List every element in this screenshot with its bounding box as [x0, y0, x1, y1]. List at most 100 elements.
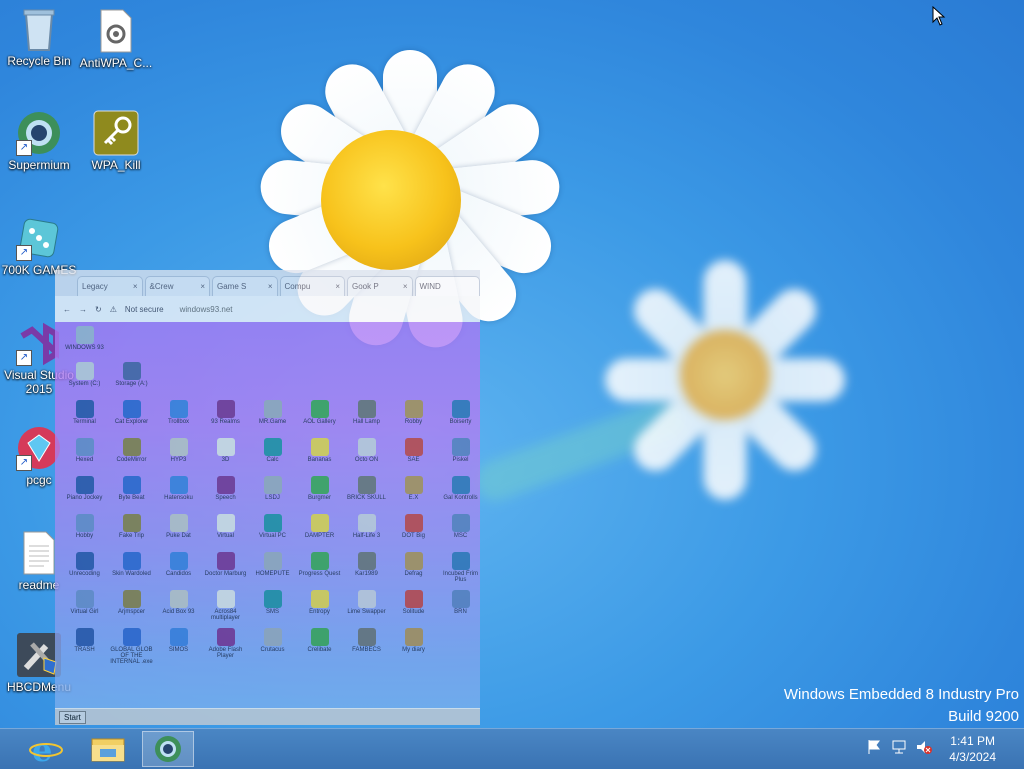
tab-crew[interactable]: &Crew × — [144, 276, 210, 296]
w93-app-icon[interactable]: HYP3 — [155, 438, 202, 475]
w93-app-icon[interactable]: Acros84 multiplayer — [202, 590, 249, 627]
recycle-bin-shortcut[interactable]: Recycle Bin — [1, 6, 77, 68]
w93-app-icon[interactable]: Burgmer — [296, 476, 343, 513]
w93-app-icon[interactable]: Incubed Frim Plus — [437, 552, 484, 589]
w93-app-icon[interactable]: Defrag — [390, 552, 437, 589]
w93-app-icon[interactable]: E.X — [390, 476, 437, 513]
w93-app-icon[interactable]: LSDJ — [249, 476, 296, 513]
clock[interactable]: 1:41 PM 4/3/2024 — [949, 733, 996, 765]
w93-app-icon[interactable]: 3D — [202, 438, 249, 475]
w93-app-icon[interactable]: Virtual PC — [249, 514, 296, 551]
w93-app-icon[interactable]: 93 Realms — [202, 400, 249, 437]
app-label: DAMPTER — [304, 533, 335, 539]
w93-app-icon[interactable]: BRICK SKULL — [343, 476, 390, 513]
browser-window[interactable]: Legacy × &Crew × Game S × Compu × Gook P × WI… — [55, 270, 480, 725]
w93-app-icon[interactable]: Puke Dat — [155, 514, 202, 551]
w93-app-icon[interactable]: Speech — [202, 476, 249, 513]
w93-app-icon[interactable]: CodeMirror — [108, 438, 155, 475]
w93-app-icon[interactable]: DAMPTER — [296, 514, 343, 551]
w93-app-icon[interactable]: Piskel — [437, 438, 484, 475]
w93-app-icon[interactable]: Doctor Marburg — [202, 552, 249, 589]
w93-app-icon[interactable]: Robby — [390, 400, 437, 437]
tab-game[interactable]: Game S × — [212, 276, 278, 296]
w93-app-icon[interactable]: GLOBAL GLOB OF THE INTERNAL .exe — [108, 628, 155, 665]
w93-app-icon[interactable]: Piano Jockey — [61, 476, 108, 513]
windows93-page[interactable]: WINDOWS 93 System (C:) Storage (A:) Term… — [55, 322, 480, 725]
w93-app-icon[interactable]: FAMBECS — [343, 628, 390, 665]
w93-app-icon[interactable]: Candidos — [155, 552, 202, 589]
w93-app-icon[interactable]: SAE — [390, 438, 437, 475]
close-tab-icon[interactable]: × — [200, 282, 205, 291]
w93-app-icon[interactable]: DOT Big — [390, 514, 437, 551]
w93-app-icon[interactable]: My diary — [390, 628, 437, 665]
back-icon[interactable]: ← — [63, 305, 71, 314]
w93-app-icon[interactable]: Fake Trip — [108, 514, 155, 551]
url-text[interactable]: windows93.net — [180, 305, 233, 314]
w93-icon-system[interactable]: System (C:) — [61, 362, 108, 399]
w93-app-icon[interactable]: Hatensoku — [155, 476, 202, 513]
close-tab-icon[interactable]: × — [133, 282, 138, 291]
w93-app-icon[interactable]: Crutacus — [249, 628, 296, 665]
w93-app-icon[interactable]: Bananas — [296, 438, 343, 475]
w93-app-icon[interactable]: Kar1989 — [343, 552, 390, 589]
w93-app-icon[interactable]: Lime Swapper — [343, 590, 390, 627]
network-icon[interactable] — [891, 739, 907, 755]
w93-app-icon[interactable]: Trollbox — [155, 400, 202, 437]
w93-icon-storage[interactable]: Storage (A:) — [108, 362, 155, 399]
w93-app-icon[interactable]: TRASH — [61, 628, 108, 665]
app-icon — [310, 514, 329, 532]
tab-compu[interactable]: Compu × — [279, 276, 345, 296]
close-tab-icon[interactable]: × — [268, 282, 273, 291]
w93-app-icon[interactable]: Cat Explorer — [108, 400, 155, 437]
w93-app-icon[interactable]: AOL Gallery — [296, 400, 343, 437]
w93-app-icon[interactable]: Adobe Flash Player — [202, 628, 249, 665]
tab-gook[interactable]: Gook P × — [347, 276, 413, 296]
supermium-shortcut[interactable]: ↗ Supermium — [1, 110, 77, 172]
supermium-taskbar-button[interactable] — [142, 731, 194, 767]
w93-app-icon[interactable]: Calc — [249, 438, 296, 475]
w93-app-icon[interactable]: Terminal — [61, 400, 108, 437]
shortcut-arrow-icon: ↗ — [16, 350, 32, 366]
internet-explorer-button[interactable]: e — [20, 731, 72, 769]
w93-app-icon[interactable]: Octo ON — [343, 438, 390, 475]
w93-app-icon[interactable]: SMS — [249, 590, 296, 627]
w93-app-icon[interactable]: Progress Quest — [296, 552, 343, 589]
w93-app-icon[interactable]: Byte Beat — [108, 476, 155, 513]
w93-app-icon[interactable]: MSC — [437, 514, 484, 551]
file-explorer-button[interactable] — [82, 731, 134, 767]
w93-app-icon[interactable]: Half-Life 3 — [343, 514, 390, 551]
reload-icon[interactable]: ↻ — [95, 305, 102, 314]
w93-app-icon[interactable]: Hobby — [61, 514, 108, 551]
flag-icon[interactable] — [866, 739, 882, 755]
w93-app-icon[interactable]: Skin Wardoled — [108, 552, 155, 589]
w93-app-icon[interactable]: Boiserty — [437, 400, 484, 437]
close-tab-icon[interactable]: × — [403, 282, 408, 291]
w93-app-icon[interactable]: HOMEPUTE — [249, 552, 296, 589]
w93-app-icon[interactable]: Acid Box 93 — [155, 590, 202, 627]
address-bar[interactable]: ← → ↻ ⚠ Not secure windows93.net — [55, 296, 480, 322]
w93-app-icon[interactable]: SIMOS — [155, 628, 202, 665]
w93-app-icon[interactable]: Virtual — [202, 514, 249, 551]
w93-app-icon[interactable]: Unrecoding — [61, 552, 108, 589]
volume-muted-icon[interactable] — [916, 739, 932, 755]
forward-icon[interactable]: → — [79, 305, 87, 314]
tab-windows93[interactable]: WIND — [414, 276, 480, 296]
w93-app-icon[interactable]: Virtual Girl — [61, 590, 108, 627]
app-label: Adobe Flash Player — [208, 647, 243, 659]
w93-app-icon[interactable]: Entropy — [296, 590, 343, 627]
w93-app-icon[interactable]: Crelibate — [296, 628, 343, 665]
w93-app-icon[interactable]: MR.Game — [249, 400, 296, 437]
w93-app-icon[interactable]: Hexed — [61, 438, 108, 475]
w93-app-icon[interactable]: Solitude — [390, 590, 437, 627]
700k-games-shortcut[interactable]: ↗ 700K GAMES — [1, 215, 77, 277]
w93-app-icon[interactable]: Arjmspcer — [108, 590, 155, 627]
close-tab-icon[interactable]: × — [335, 282, 340, 291]
antiwpa-shortcut[interactable]: AntiWPA_C... — [78, 8, 154, 70]
windows93-start-button[interactable]: Start — [59, 711, 86, 724]
w93-app-icon[interactable]: Hall Lamp — [343, 400, 390, 437]
wpa-kill-shortcut[interactable]: WPA_Kill — [78, 110, 154, 172]
w93-icon-computer[interactable]: WINDOWS 93 — [61, 326, 108, 363]
w93-app-icon[interactable]: BRN — [437, 590, 484, 627]
w93-app-icon[interactable]: Gal Kontrolls — [437, 476, 484, 513]
tab-legacy[interactable]: Legacy × — [77, 276, 143, 296]
